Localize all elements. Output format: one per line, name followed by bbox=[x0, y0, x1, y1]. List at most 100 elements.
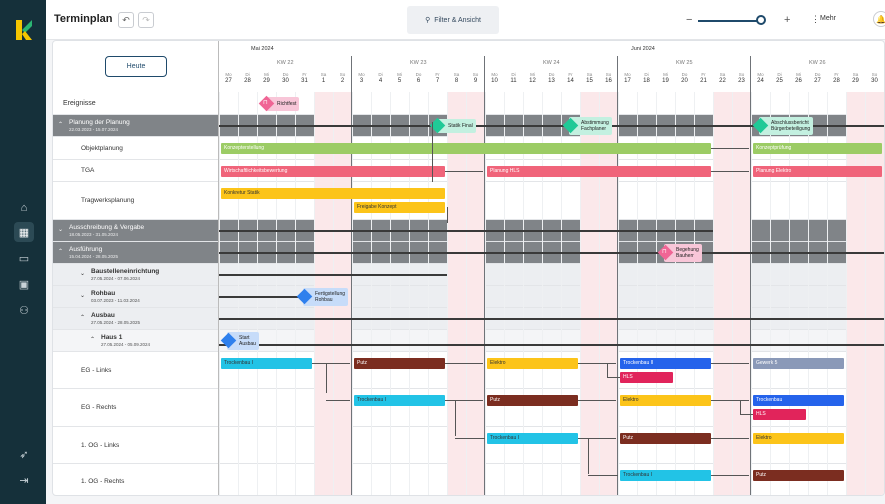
row-label-14[interactable]: 1. OG - Rechts bbox=[53, 478, 219, 485]
task-bar[interactable]: Putz bbox=[487, 395, 578, 406]
day-number: 16 bbox=[605, 78, 612, 84]
today-button[interactable]: Heute bbox=[105, 56, 167, 77]
weekday-label: Di bbox=[511, 72, 516, 77]
zoom-slider-thumb[interactable] bbox=[756, 15, 766, 25]
weekday-label: Mo bbox=[624, 72, 631, 77]
row-label-3[interactable]: TGA bbox=[53, 167, 219, 174]
row-label-12[interactable]: EG - Rechts bbox=[53, 404, 219, 411]
task-bar[interactable]: Planung Elektro bbox=[753, 166, 882, 177]
row-label-1[interactable]: ⌃ Planung der Planung 22.03.2023 - 15.07.2… bbox=[53, 119, 219, 132]
task-bar[interactable]: Freigabe Konzept bbox=[354, 202, 445, 213]
milestone-text: Bürgerbeteiligung bbox=[771, 126, 811, 132]
task-bar[interactable]: Elektro bbox=[487, 358, 578, 369]
day-column bbox=[732, 92, 751, 495]
zoom-in-button[interactable]: + bbox=[784, 14, 790, 26]
day-header: Fr 31 bbox=[295, 72, 314, 84]
row-dates: 27.05.2024 - 05.09.2024 bbox=[101, 342, 151, 347]
dependency-connector bbox=[326, 400, 350, 401]
more-button[interactable]: Mehr bbox=[820, 15, 836, 22]
task-bar[interactable]: Gewerk 5 bbox=[753, 358, 844, 369]
image-icon[interactable]: ▣ bbox=[16, 276, 32, 292]
row-label-13[interactable]: 1. OG - Links bbox=[53, 442, 219, 449]
task-bar[interactable]: Elektro bbox=[753, 433, 844, 444]
ticket-icon[interactable]: ▭ bbox=[16, 250, 32, 266]
day-number: 20 bbox=[681, 78, 688, 84]
filter-view-button[interactable]: ⚲ Filter & Ansicht bbox=[407, 6, 499, 34]
chevron-up-icon[interactable]: ⌃ bbox=[90, 336, 95, 343]
task-bar[interactable]: Trockenbau I bbox=[620, 470, 711, 481]
calendar-icon[interactable]: ▦ bbox=[14, 222, 34, 242]
day-number: 2 bbox=[340, 78, 345, 84]
task-bar[interactable]: Putz bbox=[753, 470, 844, 481]
dependency-connector bbox=[445, 400, 483, 401]
task-bar[interactable]: Elektro bbox=[620, 395, 711, 406]
row-label-11[interactable]: EG - Links bbox=[53, 367, 219, 374]
task-bar[interactable]: Wirtschaftlichkeitsbewertung bbox=[221, 166, 445, 177]
task-bar[interactable]: Trockenbau II bbox=[620, 358, 711, 369]
undo-icon: ↶ bbox=[122, 14, 130, 25]
row-dates: 18.05.2023 - 31.05.2024 bbox=[69, 232, 119, 237]
sidebar: ⌂ ▦ ▭ ▣ ⚇ ➶ ⇥ bbox=[0, 0, 46, 504]
dependency-connector bbox=[312, 363, 350, 364]
task-bar[interactable]: Konzepterstellung bbox=[221, 143, 711, 154]
logout-icon[interactable]: ⇥ bbox=[16, 472, 32, 488]
milestone-text: Rohbau bbox=[315, 297, 333, 303]
day-header: Sa 15 bbox=[580, 72, 599, 84]
week-separator bbox=[750, 56, 751, 495]
row-label-9[interactable]: ⌃ Ausbau 27.05.2024 - 28.05.2025 bbox=[53, 312, 219, 325]
weekday-label: So bbox=[738, 72, 745, 77]
task-bar[interactable]: Konzeptprüfung bbox=[753, 143, 882, 154]
chevron-up-icon[interactable]: ⌃ bbox=[58, 121, 63, 128]
task-bar[interactable]: Trockenbau I bbox=[354, 395, 445, 406]
row-label-4[interactable]: Tragwerksplanung bbox=[53, 197, 219, 204]
day-number: 1 bbox=[321, 78, 326, 84]
chevron-up-icon[interactable]: ⌃ bbox=[58, 248, 63, 255]
row-dates: 27.05.2024 - 07.06.2024 bbox=[91, 276, 141, 281]
group-duration-line bbox=[219, 230, 713, 232]
weekday-label: So bbox=[871, 72, 878, 77]
undo-button[interactable]: ↶ bbox=[118, 12, 134, 28]
task-bar[interactable]: Putz bbox=[620, 433, 711, 444]
month-label: Juni 2024 bbox=[631, 46, 655, 52]
task-bar[interactable]: Trockenbau bbox=[753, 395, 844, 406]
more-dots-icon: ⋮ bbox=[811, 14, 820, 24]
task-bar[interactable]: Putz bbox=[354, 358, 445, 369]
task-bar[interactable]: HLS bbox=[620, 372, 673, 383]
task-bar[interactable]: Planung HLS bbox=[487, 166, 711, 177]
rocket-icon[interactable]: ➶ bbox=[16, 446, 32, 462]
task-bar[interactable]: Trockenbau I bbox=[487, 433, 578, 444]
users-icon[interactable]: ⚇ bbox=[16, 302, 32, 318]
day-header: Mo 17 bbox=[618, 72, 637, 84]
home-icon[interactable]: ⌂ bbox=[16, 200, 32, 216]
row-name: Baustelleneinrichtung bbox=[91, 268, 160, 275]
chevron-up-icon[interactable]: ⌃ bbox=[80, 314, 85, 321]
row-name: Tragwerksplanung bbox=[81, 197, 135, 204]
group-duration-line bbox=[219, 318, 884, 320]
row-label-2[interactable]: Objektplanung bbox=[53, 145, 219, 152]
row-label-6[interactable]: ⌃ Ausführung 15.04.2024 - 28.05.2025 bbox=[53, 246, 219, 259]
day-number: 5 bbox=[397, 78, 402, 84]
row-label-10[interactable]: ⌃ Haus 1 27.05.2024 - 05.09.2024 bbox=[53, 334, 219, 347]
task-bar[interactable]: Konkretur Statik bbox=[221, 188, 445, 199]
bell-icon[interactable]: 🔔 bbox=[873, 11, 885, 27]
task-bar[interactable]: Trockenbau I bbox=[221, 358, 312, 369]
weekday-label: Fr bbox=[302, 72, 307, 77]
row-label-8[interactable]: ⌄ Rohbau 03.07.2023 - 11.03.2024 bbox=[53, 290, 219, 303]
row-label-5[interactable]: ⌄ Ausschreibung & Vergabe 18.05.2023 - 31.… bbox=[53, 224, 219, 237]
task-bar[interactable]: HLS bbox=[753, 409, 806, 420]
chevron-down-icon[interactable]: ⌄ bbox=[58, 226, 63, 233]
day-header: So 23 bbox=[732, 72, 751, 84]
chevron-down-icon[interactable]: ⌄ bbox=[80, 292, 85, 299]
chevron-down-icon[interactable]: ⌄ bbox=[80, 270, 85, 277]
weekday-label: Mo bbox=[225, 72, 232, 77]
redo-button[interactable]: ↷ bbox=[138, 12, 154, 28]
weekday-label: Do bbox=[681, 72, 688, 77]
row-label-0[interactable]: Ereignisse bbox=[53, 100, 219, 107]
zoom-slider[interactable] bbox=[698, 20, 762, 22]
dependency-connector bbox=[445, 363, 483, 364]
day-number: 22 bbox=[719, 78, 726, 84]
zoom-out-button[interactable]: − bbox=[686, 14, 692, 26]
row-label-7[interactable]: ⌄ Baustelleneinrichtung 27.05.2024 - 07.06… bbox=[53, 268, 219, 281]
day-header: Mi 29 bbox=[257, 72, 276, 84]
day-header: Sa 8 bbox=[447, 72, 466, 84]
